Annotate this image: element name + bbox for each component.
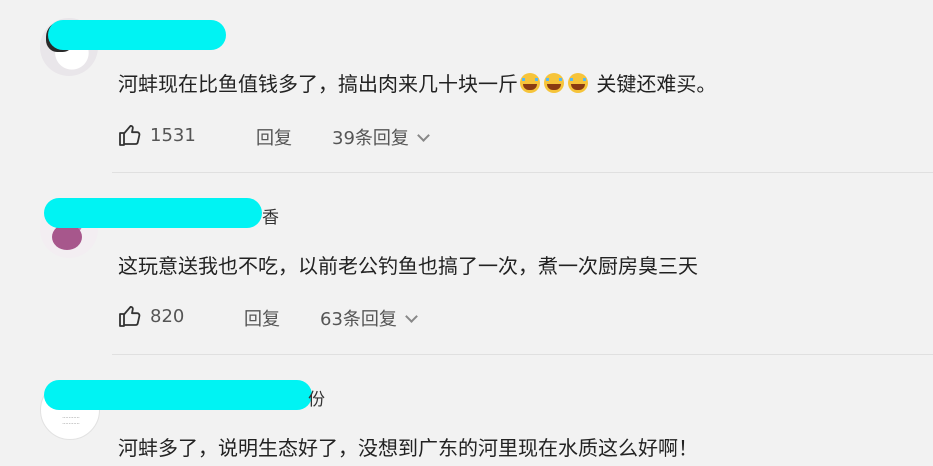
like-button[interactable]: 820 xyxy=(118,305,184,327)
username-tail[interactable]: 份 xyxy=(308,385,325,410)
reply-button[interactable]: 回复 xyxy=(256,124,292,150)
username-tail[interactable]: 香 xyxy=(262,203,279,228)
view-replies-button[interactable]: 39条回复 xyxy=(332,124,430,150)
chevron-down-icon xyxy=(417,128,430,142)
crying-face-icon xyxy=(544,73,564,93)
username-redacted[interactable] xyxy=(48,20,226,50)
username-redacted[interactable] xyxy=(44,198,262,228)
comment-text: 这玩意送我也不吃，以前老公钓鱼也搞了一次，煮一次厨房臭三天 xyxy=(118,254,698,278)
comment-text: 河蚌多了，说明生态好了，没想到广东的河里现在水质这么好啊！ xyxy=(118,436,698,460)
like-count: 1531 xyxy=(150,124,196,146)
comment-text: 河蚌现在比鱼值钱多了，搞出肉来几十块一斤 关键还难买。 xyxy=(118,72,717,96)
chevron-down-icon xyxy=(405,309,418,323)
thumbs-up-icon xyxy=(119,125,141,146)
like-count: 820 xyxy=(150,305,185,327)
crying-face-icon xyxy=(520,73,540,93)
divider xyxy=(112,354,933,355)
crying-face-icon xyxy=(568,73,588,93)
divider xyxy=(112,172,933,173)
username-redacted[interactable] xyxy=(44,380,312,410)
thumbs-up-icon xyxy=(119,306,141,327)
view-replies-button[interactable]: 63条回复 xyxy=(320,305,418,331)
like-button[interactable]: 1531 xyxy=(118,124,196,146)
reply-button[interactable]: 回复 xyxy=(244,305,280,331)
